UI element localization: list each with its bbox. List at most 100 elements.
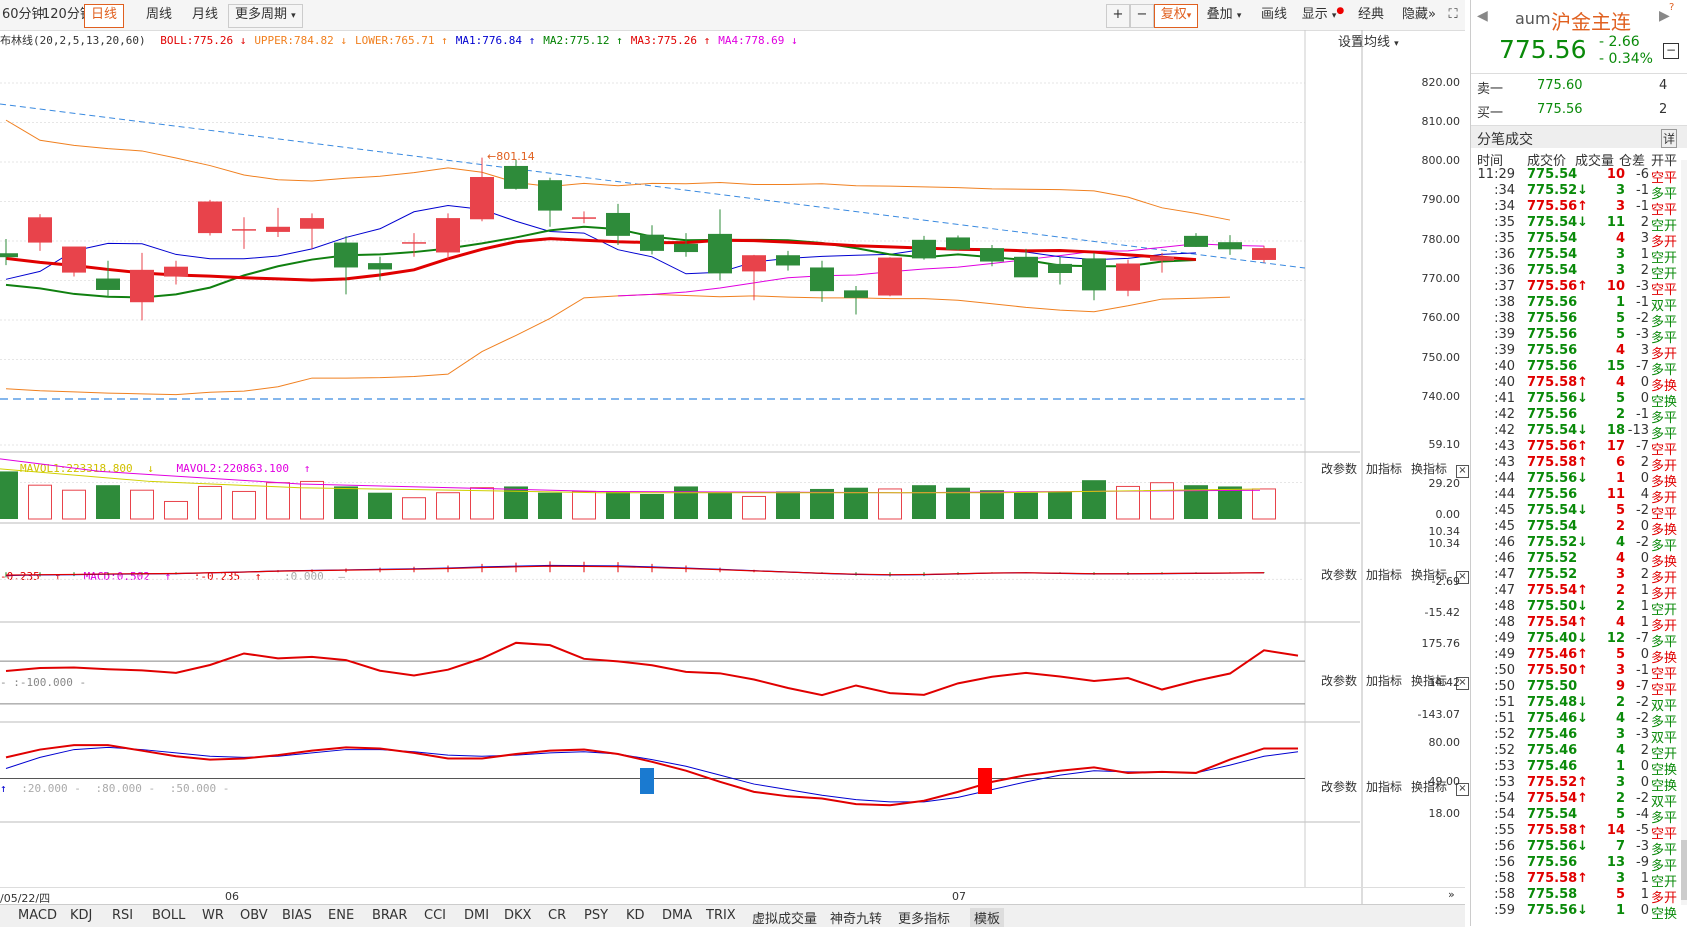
indicator-tab[interactable]: DMA	[662, 908, 692, 923]
zoom-out-button[interactable]: −	[1130, 4, 1154, 28]
switch-indicator-button[interactable]: 换指标	[1411, 462, 1447, 476]
tick-volume: 2	[1615, 695, 1625, 710]
tab-monthly[interactable]: 月线	[186, 4, 224, 26]
candle-body	[402, 242, 426, 244]
collapse-icon[interactable]: −	[1663, 43, 1679, 59]
tick-volume: 11	[1606, 215, 1625, 230]
tick-row: :44 775.56 11 4 多开	[1471, 487, 1681, 506]
tick-volume: 3	[1615, 775, 1625, 790]
indicator-tab[interactable]: 虚拟成交量	[752, 908, 817, 927]
tick-time: :50	[1494, 663, 1515, 678]
indicator-tab[interactable]: DMI	[464, 908, 489, 923]
tick-oi-change: 1	[1640, 871, 1649, 886]
tick-oi-change: -7	[1636, 359, 1649, 374]
tick-price: 775.52↓	[1527, 535, 1589, 550]
indicator-tab[interactable]: KD	[626, 908, 645, 923]
tick-time: :48	[1494, 599, 1515, 614]
indicator-tab[interactable]: ENE	[328, 908, 354, 923]
kd-sell-signal	[640, 768, 654, 794]
indicator-tab[interactable]: CR	[548, 908, 566, 923]
indicator-tab[interactable]: DKX	[504, 908, 531, 923]
tick-time: :53	[1494, 759, 1515, 774]
tick-oi-change: 0	[1640, 375, 1649, 390]
tick-oi-change: -2	[1636, 503, 1649, 518]
tick-oi-change: -1	[1636, 183, 1649, 198]
adjust-label: 复权	[1160, 7, 1187, 22]
hide-label: 隐藏	[1402, 7, 1429, 22]
tick-price: 775.56↓	[1527, 471, 1589, 486]
buy1-label: 买一	[1477, 106, 1504, 121]
indicator-tab[interactable]: PSY	[584, 908, 608, 923]
tick-volume: 18	[1606, 423, 1625, 438]
indicator-tab[interactable]: BOLL	[152, 908, 185, 923]
volume-bar	[1218, 486, 1242, 519]
adjust-button[interactable]: 复权▾	[1154, 4, 1198, 28]
indicator-tab[interactable]: 更多指标	[898, 908, 950, 927]
tick-oi-change: 2	[1640, 263, 1649, 278]
ticks-detail-button[interactable]: 详	[1661, 129, 1678, 148]
tick-volume: 5	[1615, 391, 1625, 406]
tick-price: 775.54	[1527, 247, 1578, 262]
tick-price: 775.56↓	[1527, 903, 1589, 918]
double-chevron-right-icon[interactable]: »	[1448, 888, 1455, 901]
tab-weekly[interactable]: 周线	[140, 4, 178, 26]
indicator-tab[interactable]: BIAS	[282, 908, 312, 923]
tick-volume: 5	[1615, 807, 1625, 822]
notify-dot-icon: ●	[1336, 6, 1345, 16]
tick-volume: 1	[1615, 759, 1625, 774]
tick-row: :34 775.56↑ 3 -1 空平	[1471, 199, 1681, 218]
tab-more-periods[interactable]: 更多周期 ▾	[228, 4, 303, 28]
draw-button[interactable]: 画线	[1254, 4, 1294, 26]
indicator-tab[interactable]: 神奇九转	[830, 908, 882, 927]
tick-oi-change: 0	[1640, 759, 1649, 774]
classic-button[interactable]: 经典	[1352, 4, 1390, 26]
chevron-down-icon: ▾	[1186, 11, 1192, 21]
indicator-tab[interactable]: WR	[202, 908, 224, 923]
tick-price: 775.58↑	[1527, 455, 1589, 470]
tick-time: :39	[1494, 343, 1515, 358]
candle-body	[674, 243, 698, 253]
tick-price: 775.50↓	[1527, 599, 1589, 614]
tick-price: 775.54↑	[1527, 615, 1589, 630]
tick-row: :45 775.54↓ 5 -2 空平	[1471, 503, 1681, 522]
price-axis-label: 760.00	[1421, 311, 1461, 324]
fullscreen-icon[interactable]: ⛶	[1444, 4, 1462, 26]
more-periods-label: 更多周期	[235, 7, 288, 22]
indicator-tab[interactable]: RSI	[112, 908, 133, 923]
scrollbar-thumb[interactable]	[1681, 840, 1687, 900]
ticks-scrollbar[interactable]	[1681, 160, 1687, 905]
indicator-tab[interactable]: TRIX	[706, 908, 736, 923]
tick-row: :55 775.58↑ 14 -5 空平	[1471, 823, 1681, 842]
tick-oi-change: -5	[1636, 823, 1649, 838]
caret-left-icon[interactable]: ◀	[1477, 8, 1488, 24]
volume-bar	[1014, 492, 1038, 519]
tick-row: :34 775.52↓ 3 -1 多平	[1471, 183, 1681, 202]
indicator-tab[interactable]: KDJ	[70, 908, 92, 923]
indicator-tab[interactable]: MACD	[18, 908, 57, 923]
kline-chart[interactable]: ←801.14	[0, 30, 1405, 910]
tick-type: 空换	[1651, 907, 1678, 922]
indicator-tab[interactable]: BRAR	[372, 908, 407, 923]
hide-button[interactable]: 隐藏»	[1394, 4, 1444, 26]
tick-row: :36 775.54 3 2 空开	[1471, 263, 1681, 282]
display-button[interactable]: 显示 ▾●	[1298, 4, 1348, 26]
tick-volume: 3	[1615, 663, 1625, 678]
volume-bar	[1048, 491, 1072, 519]
tick-row: :41 775.56↓ 5 0 空换	[1471, 391, 1681, 410]
volume-bar	[470, 487, 494, 520]
indicator-tab[interactable]: CCI	[424, 908, 446, 923]
tab-daily[interactable]: 日线	[84, 4, 125, 28]
macd-axis-label: -2.69	[1431, 575, 1460, 588]
volume-bar	[1252, 488, 1276, 520]
indicator-tab[interactable]: 模板	[970, 908, 1005, 927]
tick-volume: 7	[1615, 839, 1625, 854]
zoom-in-button[interactable]: +	[1106, 4, 1130, 28]
tick-price: 775.46↓	[1527, 711, 1589, 726]
indicator-tab[interactable]: OBV	[240, 908, 268, 923]
overlay-button[interactable]: 叠加 ▾	[1200, 4, 1248, 26]
help-icon[interactable]: ?	[1669, 2, 1674, 13]
tick-time: :39	[1494, 327, 1515, 342]
tick-time: :41	[1494, 391, 1515, 406]
tick-row: :59 775.56↓ 1 0 空换	[1471, 903, 1681, 922]
tick-time: :47	[1494, 567, 1515, 582]
